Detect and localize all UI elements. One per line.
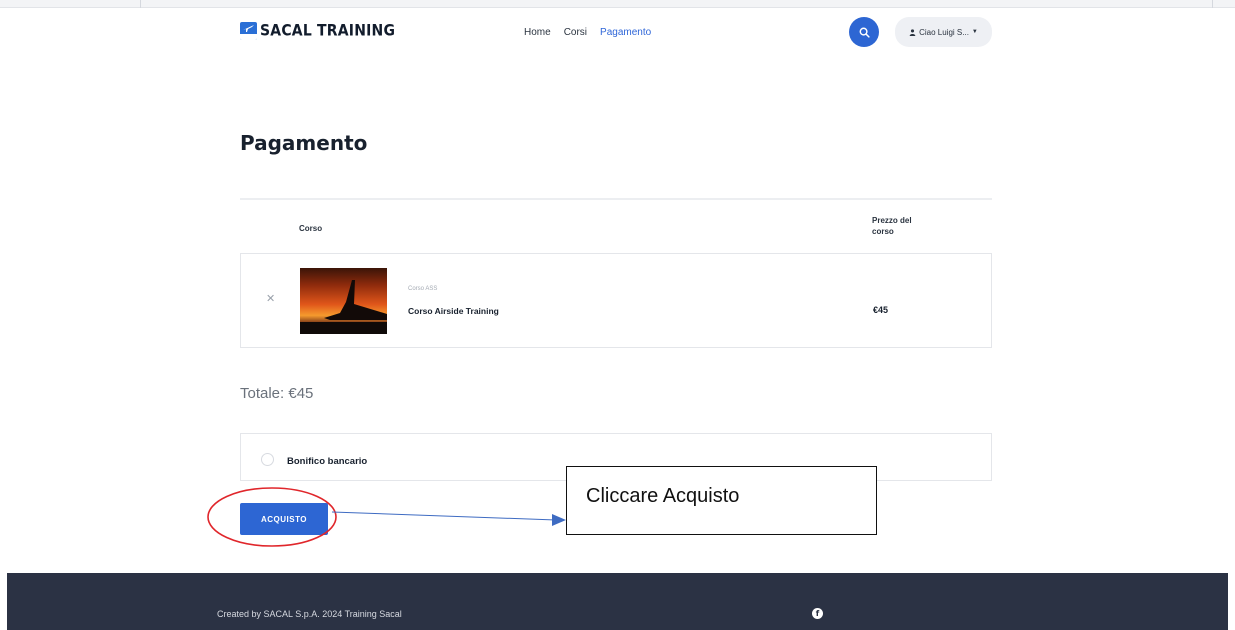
payment-radio[interactable] [261, 453, 274, 466]
page-title: Pagamento [240, 131, 368, 155]
search-button[interactable] [849, 17, 879, 47]
user-menu-button[interactable]: Ciao Luigi S... ▼ [895, 17, 992, 47]
logo-text: SACAL TRAINING [260, 21, 396, 41]
callout-text: Cliccare Acquisto [586, 485, 740, 507]
footer-credit: Created by SACAL S.p.A. 2024 Training Sa… [217, 609, 402, 619]
main-nav: Home Corsi Pagamento [524, 27, 651, 38]
site-logo[interactable]: SACAL TRAINING [240, 22, 395, 40]
strip-divider [140, 0, 141, 8]
annotation-arrow [331, 511, 557, 521]
strip-divider [1212, 0, 1213, 8]
nav-home[interactable]: Home [524, 27, 551, 38]
caret-down-icon: ▼ [971, 29, 978, 35]
nav-pagamento[interactable]: Pagamento [600, 27, 651, 38]
order-total: Totale: €45 [240, 385, 314, 402]
annotation-callout: Cliccare Acquisto [566, 466, 877, 535]
course-price: €45 [873, 305, 889, 315]
course-name[interactable]: Corso Airside Training [408, 306, 499, 316]
user-icon [909, 28, 916, 36]
nav-corsi[interactable]: Corsi [564, 27, 587, 38]
browser-top-strip [0, 0, 1235, 8]
user-label: Ciao Luigi S... [919, 27, 969, 37]
facebook-icon[interactable]: f [812, 608, 823, 619]
course-thumbnail [300, 268, 387, 334]
search-icon [859, 27, 870, 38]
divider [240, 198, 992, 200]
payment-method-label: Bonifico bancario [287, 456, 368, 467]
site-footer: Created by SACAL S.p.A. 2024 Training Sa… [7, 573, 1228, 630]
arrow-head [552, 514, 566, 526]
column-header-price: Prezzo del corso [872, 216, 912, 236]
plane-icon [240, 22, 257, 40]
course-category: Corso ASS [408, 286, 438, 292]
table-row: ✕ Corso ASS Corso Airside Training €45 [240, 253, 992, 348]
column-header-course: Corso [299, 224, 323, 233]
buy-button[interactable]: ACQUISTO [240, 503, 328, 535]
close-icon[interactable]: ✕ [266, 292, 275, 305]
